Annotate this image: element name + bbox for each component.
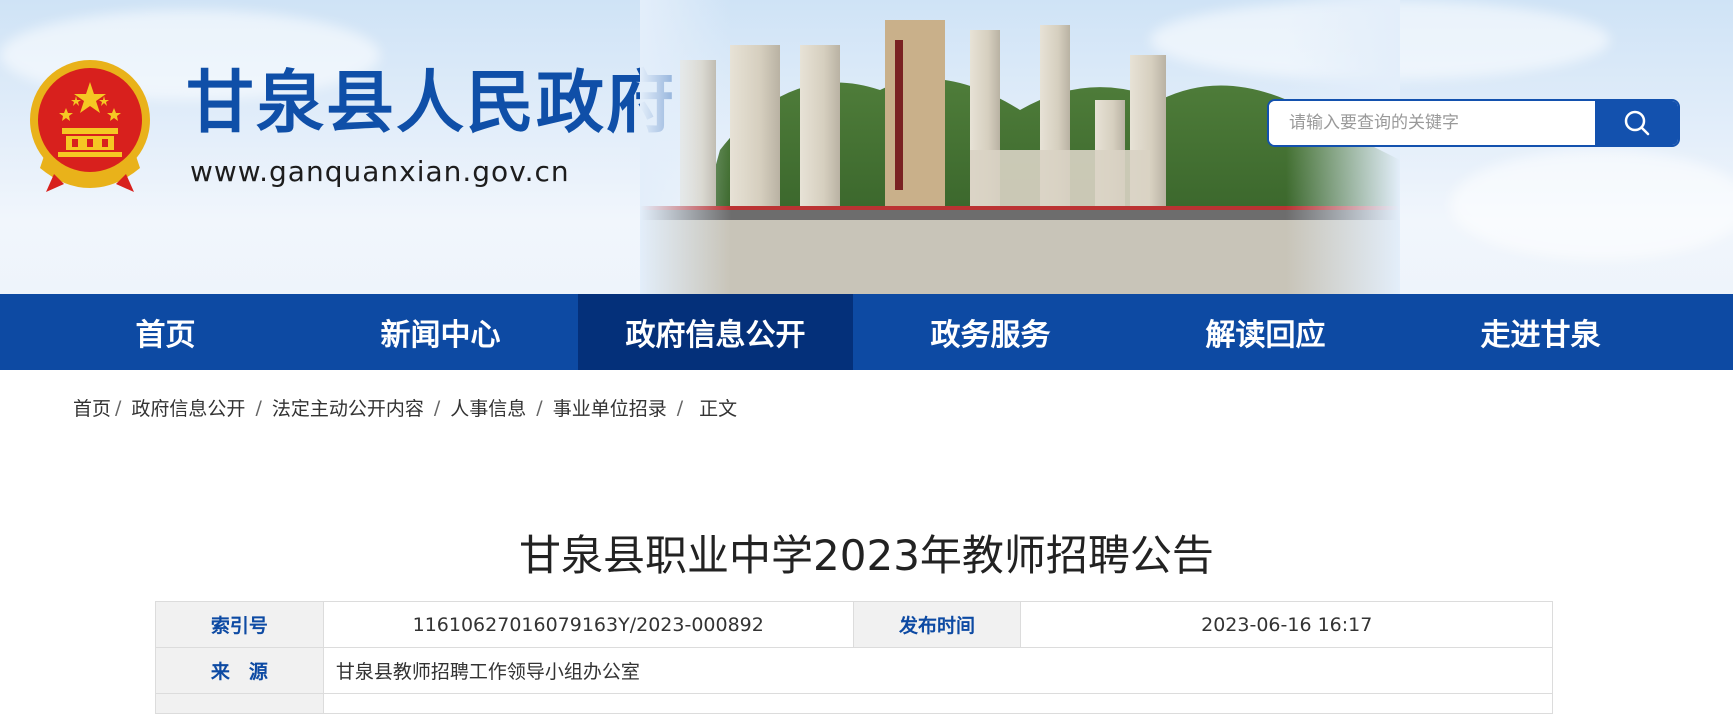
breadcrumb-separator: / (255, 396, 262, 419)
nav-item-gov-services[interactable]: 政务服务 (853, 294, 1128, 370)
nav-item-interpretation[interactable]: 解读回应 (1128, 294, 1403, 370)
breadcrumb-separator: / (433, 396, 441, 419)
article-meta-table: 索引号 11610627016079163Y/2023-000892 发布时间 … (155, 601, 1554, 714)
breadcrumb: 首页 / 政府信息公开 / 法定主动公开内容 / 人事信息 / 事业单位招录 /… (73, 394, 737, 421)
cloud-decoration (1450, 150, 1733, 260)
city-skyline-image (640, 0, 1400, 294)
main-nav: 首页 新闻中心 政府信息公开 政务服务 解读回应 走进甘泉 (0, 294, 1733, 370)
site-url: www.ganquanxian.gov.cn (190, 155, 570, 188)
source-value: 甘泉县教师招聘工作领导小组办公室 (322, 647, 1554, 694)
search-box (1267, 99, 1680, 147)
table-cell (155, 693, 324, 714)
search-icon (1624, 110, 1649, 136)
breadcrumb-separator: / (676, 396, 684, 419)
breadcrumb-home[interactable]: 首页 (73, 394, 111, 421)
index-number-label: 索引号 (155, 601, 324, 648)
nav-item-about-ganquan[interactable]: 走进甘泉 (1403, 294, 1678, 370)
breadcrumb-current: 正文 (699, 398, 738, 420)
nav-item-news-center[interactable]: 新闻中心 (303, 294, 578, 370)
table-row: 来 源 甘泉县教师招聘工作领导小组办公室 (155, 647, 1554, 694)
nav-item-home[interactable]: 首页 (28, 294, 303, 370)
table-row (155, 693, 1554, 714)
breadcrumb-separator: / (536, 396, 543, 419)
breadcrumb-institution-recruitment[interactable]: 事业单位招录 (553, 394, 667, 421)
breadcrumb-separator: / (115, 396, 122, 419)
table-cell (322, 693, 1554, 714)
breadcrumb-gov-info[interactable]: 政府信息公开 (131, 394, 245, 421)
article-title: 甘泉县职业中学2023年教师招聘公告 (519, 531, 1214, 580)
search-input[interactable] (1269, 101, 1595, 145)
header-banner: 甘泉县人民政府 www.ganquanxian.gov.cn (0, 0, 1733, 294)
national-emblem-icon (30, 60, 150, 192)
search-button[interactable] (1595, 101, 1678, 145)
index-number-value: 11610627016079163Y/2023-000892 (322, 601, 854, 648)
nav-item-gov-info-disclosure[interactable]: 政府信息公开 (578, 294, 853, 370)
site-title: 甘泉县人民政府 (186, 64, 677, 143)
publish-time-value: 2023-06-16 16:17 (1020, 601, 1553, 648)
breadcrumb-statutory-content[interactable]: 法定主动公开内容 (272, 394, 424, 421)
source-label: 来 源 (155, 647, 324, 694)
publish-time-label: 发布时间 (852, 601, 1022, 648)
breadcrumb-personnel-info[interactable]: 人事信息 (450, 394, 526, 421)
table-row: 索引号 11610627016079163Y/2023-000892 发布时间 … (155, 601, 1553, 648)
